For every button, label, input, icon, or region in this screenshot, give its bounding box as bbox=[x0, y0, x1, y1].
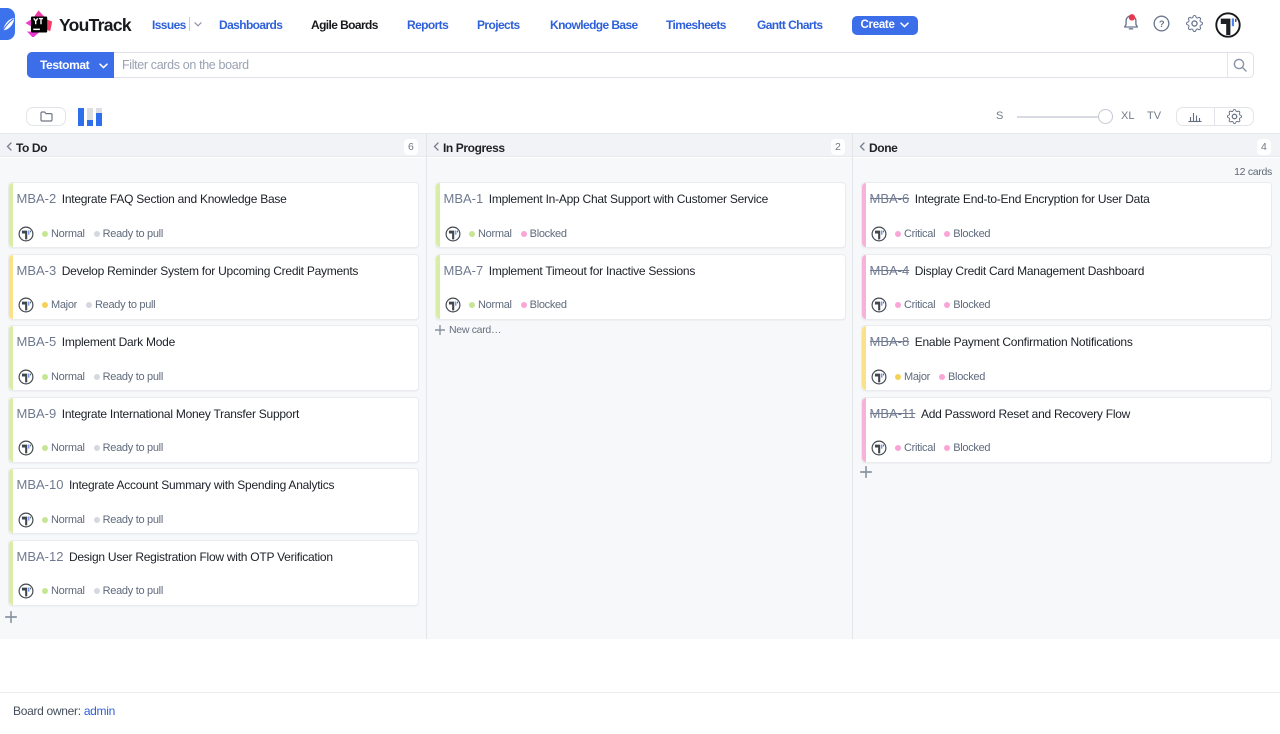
svg-text:?: ? bbox=[1159, 18, 1165, 29]
